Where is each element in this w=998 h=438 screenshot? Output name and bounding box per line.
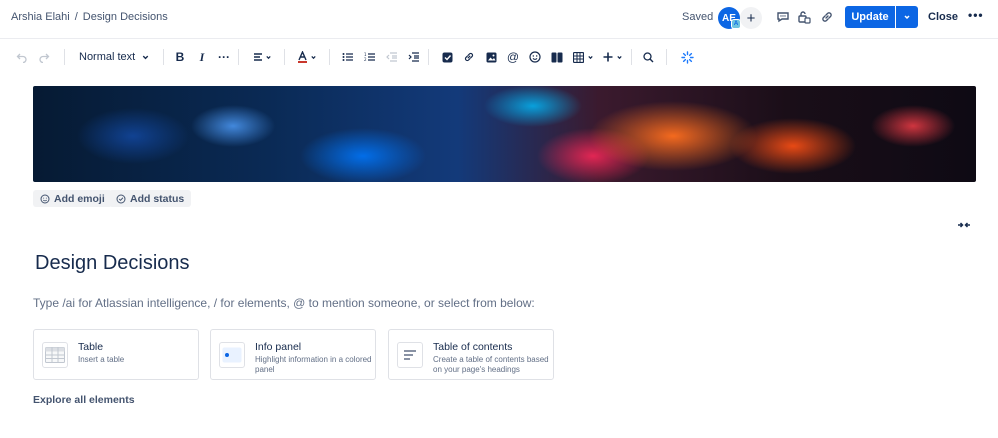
task-icon[interactable] xyxy=(440,47,454,67)
svg-text:2: 2 xyxy=(364,57,367,62)
toolbar-separator xyxy=(238,49,239,65)
info-panel-icon xyxy=(219,342,245,368)
chevron-down-icon xyxy=(904,15,910,20)
update-options-button[interactable] xyxy=(896,6,918,28)
cover-image[interactable] xyxy=(33,86,976,182)
saved-status: Saved xyxy=(682,11,714,23)
editor-toolbar: Normal text B I ··· 12 @ xyxy=(0,39,998,75)
breadcrumb-space[interactable]: Arshia Elahi xyxy=(11,11,70,23)
card-title: Table of contents xyxy=(433,341,513,353)
plus-icon: + xyxy=(746,9,756,27)
more-actions-icon[interactable]: ••• xyxy=(968,8,984,22)
comment-icon[interactable] xyxy=(773,7,793,27)
card-description: Create a table of contents based on your… xyxy=(433,355,549,374)
toolbar-separator xyxy=(64,49,65,65)
mention-icon[interactable]: @ xyxy=(506,47,520,67)
find-icon[interactable] xyxy=(641,47,655,67)
insert-toc-card[interactable]: Table of contents Create a table of cont… xyxy=(388,329,554,380)
insert-table-card[interactable]: Table Insert a table xyxy=(33,329,199,380)
outdent-icon[interactable] xyxy=(384,47,398,67)
chevron-down-icon xyxy=(143,55,149,59)
insert-info-panel-card[interactable]: Info panel Highlight information in a co… xyxy=(210,329,376,380)
add-status-label: Add status xyxy=(130,192,185,205)
card-title: Info panel xyxy=(255,341,302,353)
insert-icon[interactable] xyxy=(601,47,625,67)
text-style-dropdown[interactable]: Normal text xyxy=(79,47,151,67)
link-icon[interactable] xyxy=(817,7,837,27)
more-formatting-icon[interactable]: ··· xyxy=(217,47,231,67)
table-icon[interactable] xyxy=(570,47,596,67)
breadcrumb: Arshia Elahi / Design Decisions xyxy=(11,11,168,23)
add-status-button[interactable]: Add status xyxy=(109,190,192,207)
image-icon[interactable] xyxy=(484,47,498,67)
italic-icon[interactable]: I xyxy=(195,47,209,67)
undo-icon[interactable] xyxy=(14,47,30,67)
ai-icon[interactable] xyxy=(679,47,695,67)
bold-icon[interactable]: B xyxy=(173,47,187,67)
card-title: Table xyxy=(78,341,104,353)
table-icon xyxy=(42,342,68,368)
card-description: Highlight information in a colored panel xyxy=(255,355,372,374)
emoji-add-icon xyxy=(40,193,50,204)
indent-icon[interactable] xyxy=(406,47,420,67)
breadcrumb-page[interactable]: Design Decisions xyxy=(83,11,168,23)
toolbar-separator xyxy=(163,49,164,65)
toolbar-separator xyxy=(428,49,429,65)
editor-placeholder[interactable]: Type /ai for Atlassian intelligence, / f… xyxy=(33,296,535,310)
add-emoji-label: Add emoji xyxy=(54,192,105,205)
bullet-list-icon[interactable] xyxy=(340,47,354,67)
align-icon[interactable] xyxy=(251,47,273,67)
breadcrumb-separator: / xyxy=(74,11,78,23)
status-icon xyxy=(116,193,126,204)
update-button[interactable]: Update xyxy=(845,6,895,28)
text-style-label: Normal text xyxy=(79,51,136,63)
text-color-icon[interactable] xyxy=(296,47,318,67)
link-icon[interactable] xyxy=(462,47,476,67)
numbered-list-icon[interactable]: 12 xyxy=(362,47,376,67)
redo-icon[interactable] xyxy=(36,47,52,67)
toolbar-separator xyxy=(631,49,632,65)
toolbar-separator xyxy=(666,49,667,65)
toolbar-separator xyxy=(329,49,330,65)
add-emoji-button[interactable]: Add emoji xyxy=(33,190,112,207)
table-of-contents-icon xyxy=(397,342,423,368)
card-description: Insert a table xyxy=(78,355,125,364)
explore-elements-link[interactable]: Explore all elements xyxy=(33,394,135,406)
restrictions-icon[interactable] xyxy=(794,7,814,27)
toolbar-separator xyxy=(284,49,285,65)
collapse-width-icon[interactable] xyxy=(957,218,971,230)
page-title[interactable]: Design Decisions xyxy=(35,252,190,275)
emoji-icon[interactable] xyxy=(528,47,542,67)
layout-icon[interactable] xyxy=(550,47,564,67)
close-button[interactable]: Close xyxy=(928,11,958,23)
add-collaborator-button[interactable]: + xyxy=(740,7,762,29)
top-bar: Arshia Elahi / Design Decisions Saved AE… xyxy=(0,0,998,36)
